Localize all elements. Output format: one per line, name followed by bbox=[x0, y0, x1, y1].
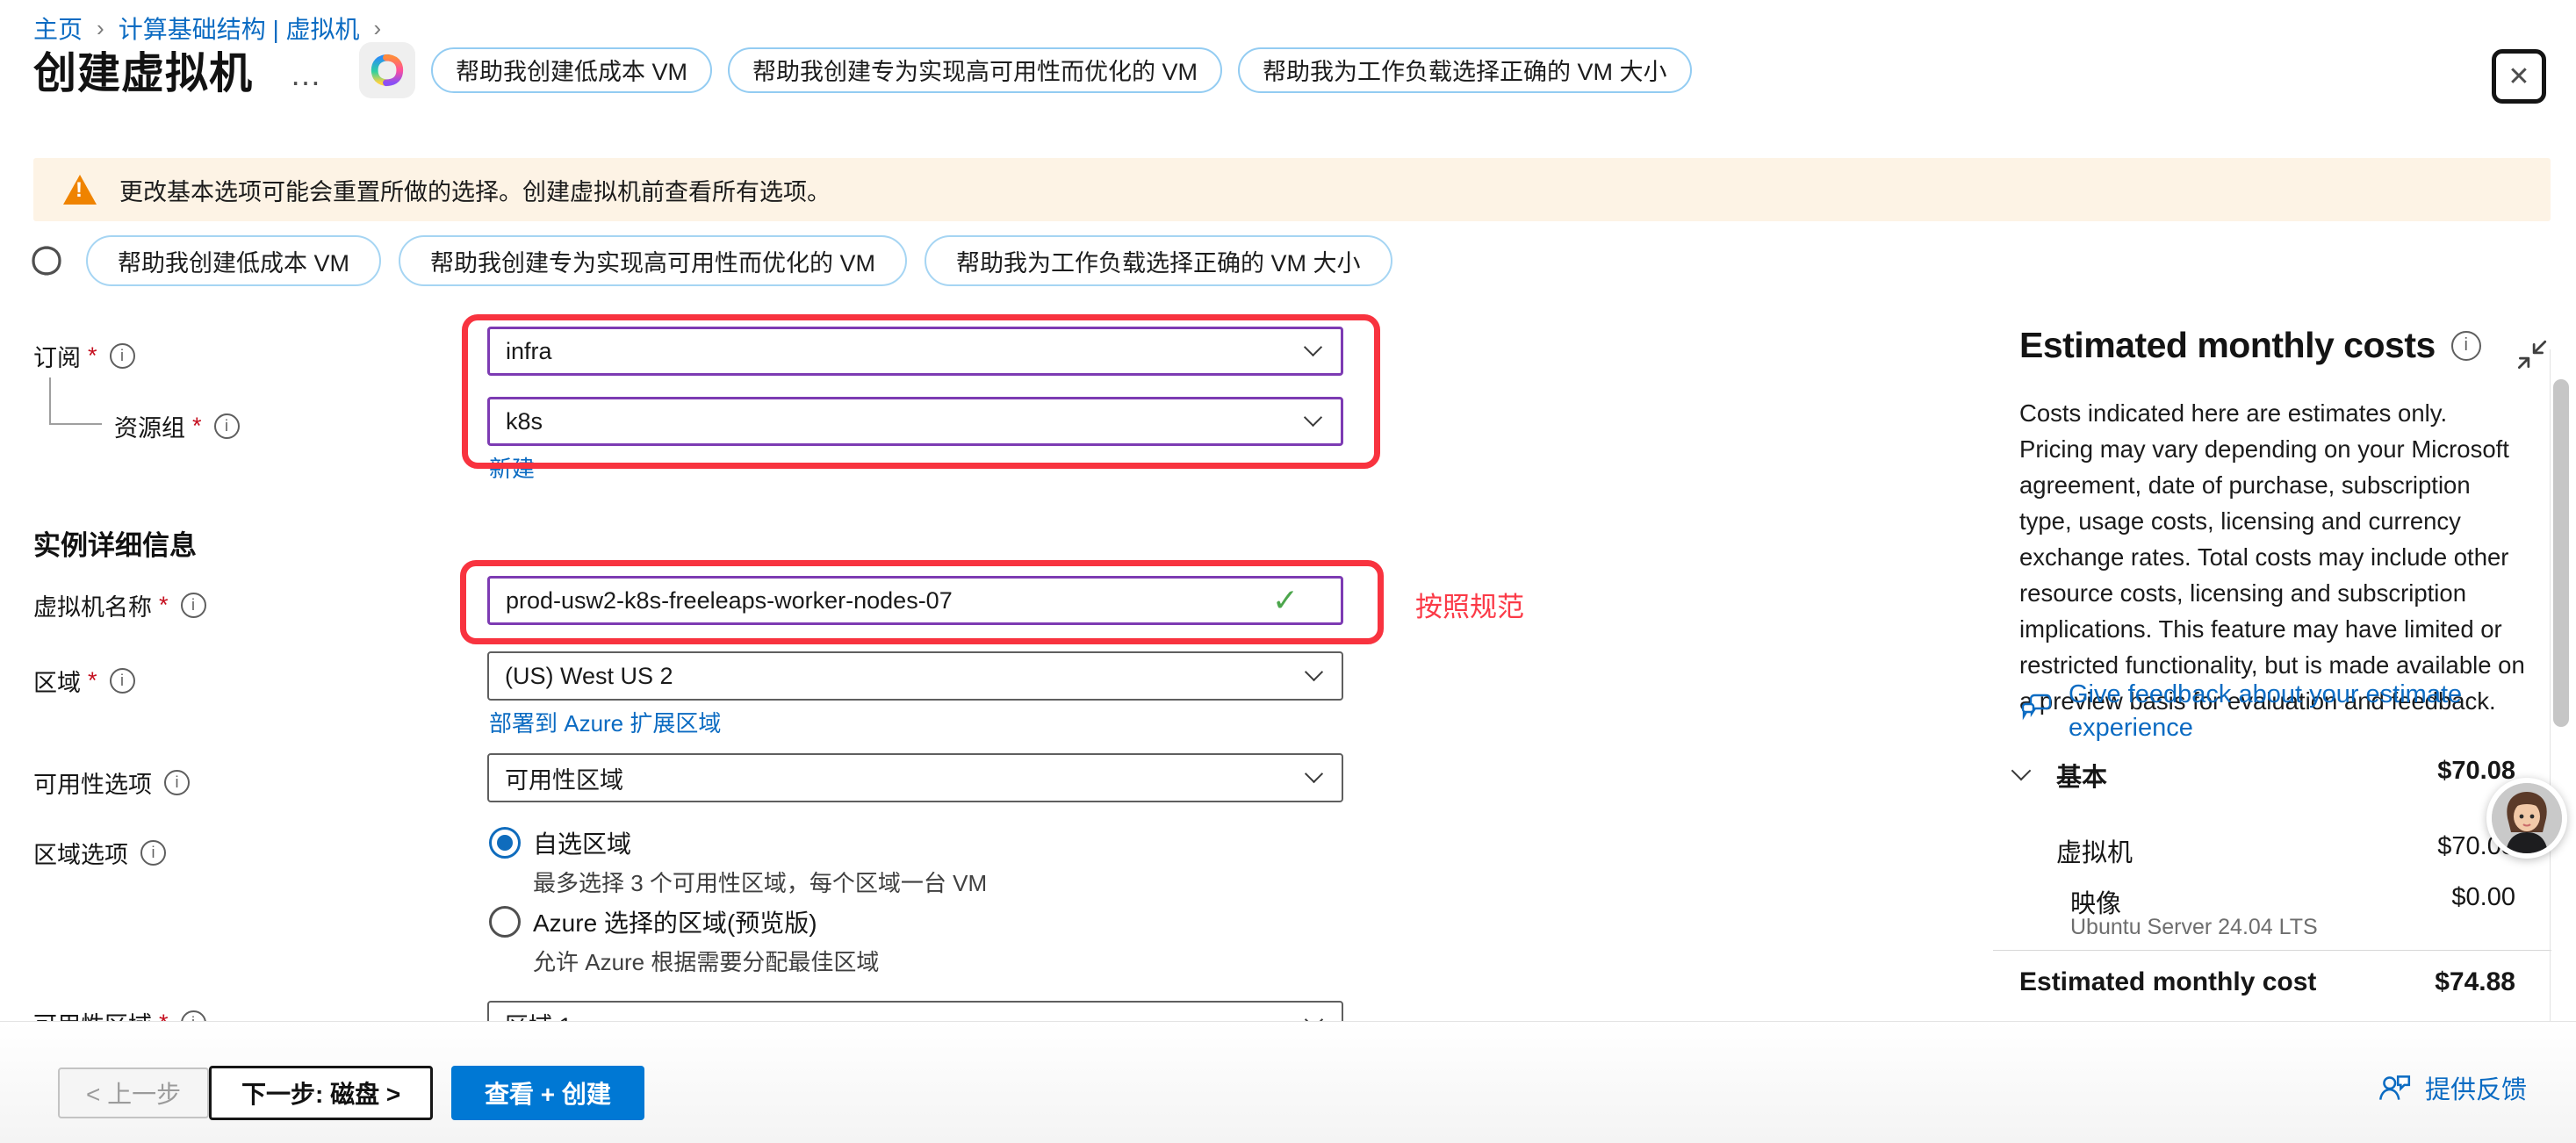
checkmark-icon: ✓ bbox=[1272, 582, 1299, 619]
scrollbar-thumb[interactable] bbox=[2553, 379, 2569, 727]
radio-description: 允许 Azure 根据需要分配最佳区域 bbox=[533, 945, 879, 977]
feedback-bubbles-icon bbox=[2019, 690, 2054, 744]
close-icon: ✕ bbox=[2508, 61, 2529, 92]
cost-total-label: Estimated monthly cost bbox=[2019, 967, 2316, 997]
page-title: 创建虚拟机 bbox=[33, 39, 253, 101]
feedback-link-text: 提供反馈 bbox=[2425, 1069, 2527, 1106]
info-icon[interactable]: i bbox=[140, 840, 166, 866]
info-icon[interactable]: i bbox=[214, 413, 240, 439]
radio-selected-icon bbox=[489, 827, 521, 859]
copilot-suggestion-right-size[interactable]: 帮助我为工作负载选择正确的 VM 大小 bbox=[925, 235, 1392, 286]
radio-azure-selected-zones[interactable]: Azure 选择的区域(预览版) bbox=[489, 904, 817, 939]
radio-label: 自选区域 bbox=[533, 825, 631, 860]
feedback-link[interactable]: 提供反馈 bbox=[2376, 1069, 2527, 1106]
cost-group-value: $70.08 bbox=[2437, 757, 2515, 786]
region-label: 区域 * i bbox=[33, 664, 135, 698]
cost-row-label: 虚拟机 bbox=[2056, 832, 2133, 869]
resource-group-label-text: 资源组 bbox=[114, 409, 185, 443]
chevron-down-icon[interactable] bbox=[2011, 761, 2032, 781]
vm-name-input[interactable]: prod-usw2-k8s-freeleaps-worker-nodes-07 … bbox=[487, 576, 1343, 625]
region-value: (US) West US 2 bbox=[505, 663, 673, 690]
annotation-text: 按照规范 bbox=[1415, 585, 1524, 624]
copilot-suggestion-row: 帮助我创建低成本 VM 帮助我创建专为实现高可用性而优化的 VM 帮助我为工作负… bbox=[25, 235, 1392, 286]
cost-panel-title: Estimated monthly costs bbox=[2019, 325, 2436, 366]
edge-zone-link[interactable]: 部署到 Azure 扩展区域 bbox=[489, 706, 721, 738]
zone-options-label: 区域选项 i bbox=[33, 836, 166, 870]
cost-row-value: $0.00 bbox=[2451, 883, 2515, 912]
copilot-button[interactable] bbox=[359, 42, 415, 98]
cost-group-label: 基本 bbox=[2056, 757, 2107, 794]
breadcrumb-separator: › bbox=[97, 15, 104, 42]
copilot-suggestion-low-cost[interactable]: 帮助我创建低成本 VM bbox=[86, 235, 381, 286]
divider bbox=[1993, 950, 2551, 951]
page-header: 创建虚拟机 … 帮助我创建低成本 VM bbox=[33, 39, 1692, 101]
copilot-outline-icon bbox=[25, 239, 68, 283]
create-new-link[interactable]: 新建 bbox=[489, 451, 535, 484]
more-menu-button[interactable]: … bbox=[290, 56, 324, 93]
copilot-suggestion-high-availability[interactable]: 帮助我创建专为实现高可用性而优化的 VM bbox=[399, 235, 907, 286]
info-icon[interactable]: i bbox=[110, 668, 135, 694]
chevron-down-icon bbox=[1305, 663, 1323, 681]
copilot-suggestion-low-cost-top[interactable]: 帮助我创建低成本 VM bbox=[431, 47, 712, 93]
copilot-suggestion-right-size-top[interactable]: 帮助我为工作负载选择正确的 VM 大小 bbox=[1238, 47, 1692, 93]
feedback-person-icon bbox=[2376, 1069, 2425, 1106]
resource-group-label: 资源组 * i bbox=[114, 409, 240, 443]
chevron-down-icon bbox=[1305, 765, 1323, 783]
vm-name-value: prod-usw2-k8s-freeleaps-worker-nodes-07 bbox=[506, 587, 953, 615]
subscription-value: infra bbox=[506, 338, 552, 365]
radio-unselected-icon bbox=[489, 906, 521, 938]
warning-text: 更改基本选项可能会重置所做的选择。创建虚拟机前查看所有选项。 bbox=[119, 173, 831, 207]
info-icon[interactable]: i bbox=[2451, 331, 2481, 361]
info-icon[interactable]: i bbox=[181, 593, 206, 618]
copilot-icon bbox=[368, 51, 407, 90]
close-button[interactable]: ✕ bbox=[2492, 49, 2546, 104]
estimate-feedback-text: Give feedback about your estimate experi… bbox=[2069, 678, 2490, 744]
availability-options-label-text: 可用性选项 bbox=[33, 766, 152, 800]
subscription-dropdown[interactable]: infra bbox=[487, 327, 1343, 376]
divider bbox=[2550, 349, 2551, 1022]
subscription-label: 订阅 * i bbox=[33, 339, 135, 373]
region-label-text: 区域 bbox=[33, 664, 81, 698]
copilot-suggestion-high-availability-top[interactable]: 帮助我创建专为实现高可用性而优化的 VM bbox=[728, 47, 1222, 93]
availability-options-value: 可用性区域 bbox=[505, 761, 623, 795]
resource-group-dropdown[interactable]: k8s bbox=[487, 397, 1343, 446]
collapse-icon[interactable] bbox=[2513, 337, 2550, 378]
info-icon[interactable]: i bbox=[110, 343, 135, 369]
availability-options-dropdown[interactable]: 可用性区域 bbox=[487, 753, 1343, 802]
next-disks-button[interactable]: 下一步: 磁盘 > bbox=[209, 1066, 433, 1120]
required-mark: * bbox=[88, 667, 97, 694]
vm-name-label: 虚拟机名称 * i bbox=[33, 588, 206, 622]
radio-description: 最多选择 3 个可用性区域，每个区域一台 VM bbox=[533, 866, 987, 898]
resource-group-value: k8s bbox=[506, 408, 543, 435]
cost-total-value: $74.88 bbox=[2435, 967, 2515, 997]
footer-bar: < 上一步 下一步: 磁盘 > 查看 + 创建 提供反馈 bbox=[0, 1021, 2576, 1143]
cost-row-subtext: Ubuntu Server 24.04 LTS bbox=[2070, 915, 2318, 940]
estimated-costs-panel: Estimated monthly costs i Costs indicate… bbox=[1993, 325, 2555, 1027]
tree-connector bbox=[49, 423, 102, 425]
zone-options-label-text: 区域选项 bbox=[33, 836, 128, 870]
breadcrumb-separator: › bbox=[374, 15, 382, 42]
required-mark: * bbox=[88, 342, 97, 370]
estimate-feedback-link[interactable]: Give feedback about your estimate experi… bbox=[2019, 678, 2490, 744]
required-mark: * bbox=[159, 592, 169, 619]
region-dropdown[interactable]: (US) West US 2 bbox=[487, 651, 1343, 701]
vm-name-label-text: 虚拟机名称 bbox=[33, 588, 152, 622]
avatar[interactable] bbox=[2486, 778, 2567, 859]
tree-connector bbox=[49, 377, 51, 425]
previous-button: < 上一步 bbox=[58, 1068, 209, 1118]
chevron-down-icon bbox=[1304, 408, 1322, 427]
warning-banner: 更改基本选项可能会重置所做的选择。创建虚拟机前查看所有选项。 bbox=[33, 158, 2551, 221]
chevron-down-icon bbox=[1304, 338, 1322, 356]
info-icon[interactable]: i bbox=[164, 770, 190, 795]
radio-label: Azure 选择的区域(预览版) bbox=[533, 904, 817, 939]
cost-disclaimer: Costs indicated here are estimates only.… bbox=[2019, 395, 2527, 719]
review-create-button[interactable]: 查看 + 创建 bbox=[451, 1066, 644, 1120]
subscription-label-text: 订阅 bbox=[33, 339, 81, 373]
warning-icon bbox=[63, 175, 97, 205]
radio-self-selected-zones[interactable]: 自选区域 bbox=[489, 825, 631, 860]
required-mark: * bbox=[192, 413, 202, 440]
availability-options-label: 可用性选项 i bbox=[33, 766, 190, 800]
instance-details-section-title: 实例详细信息 bbox=[33, 523, 197, 563]
create-vm-page: 主页 › 计算基础结构 | 虚拟机 › 创建虚拟机 … bbox=[0, 0, 2576, 1143]
